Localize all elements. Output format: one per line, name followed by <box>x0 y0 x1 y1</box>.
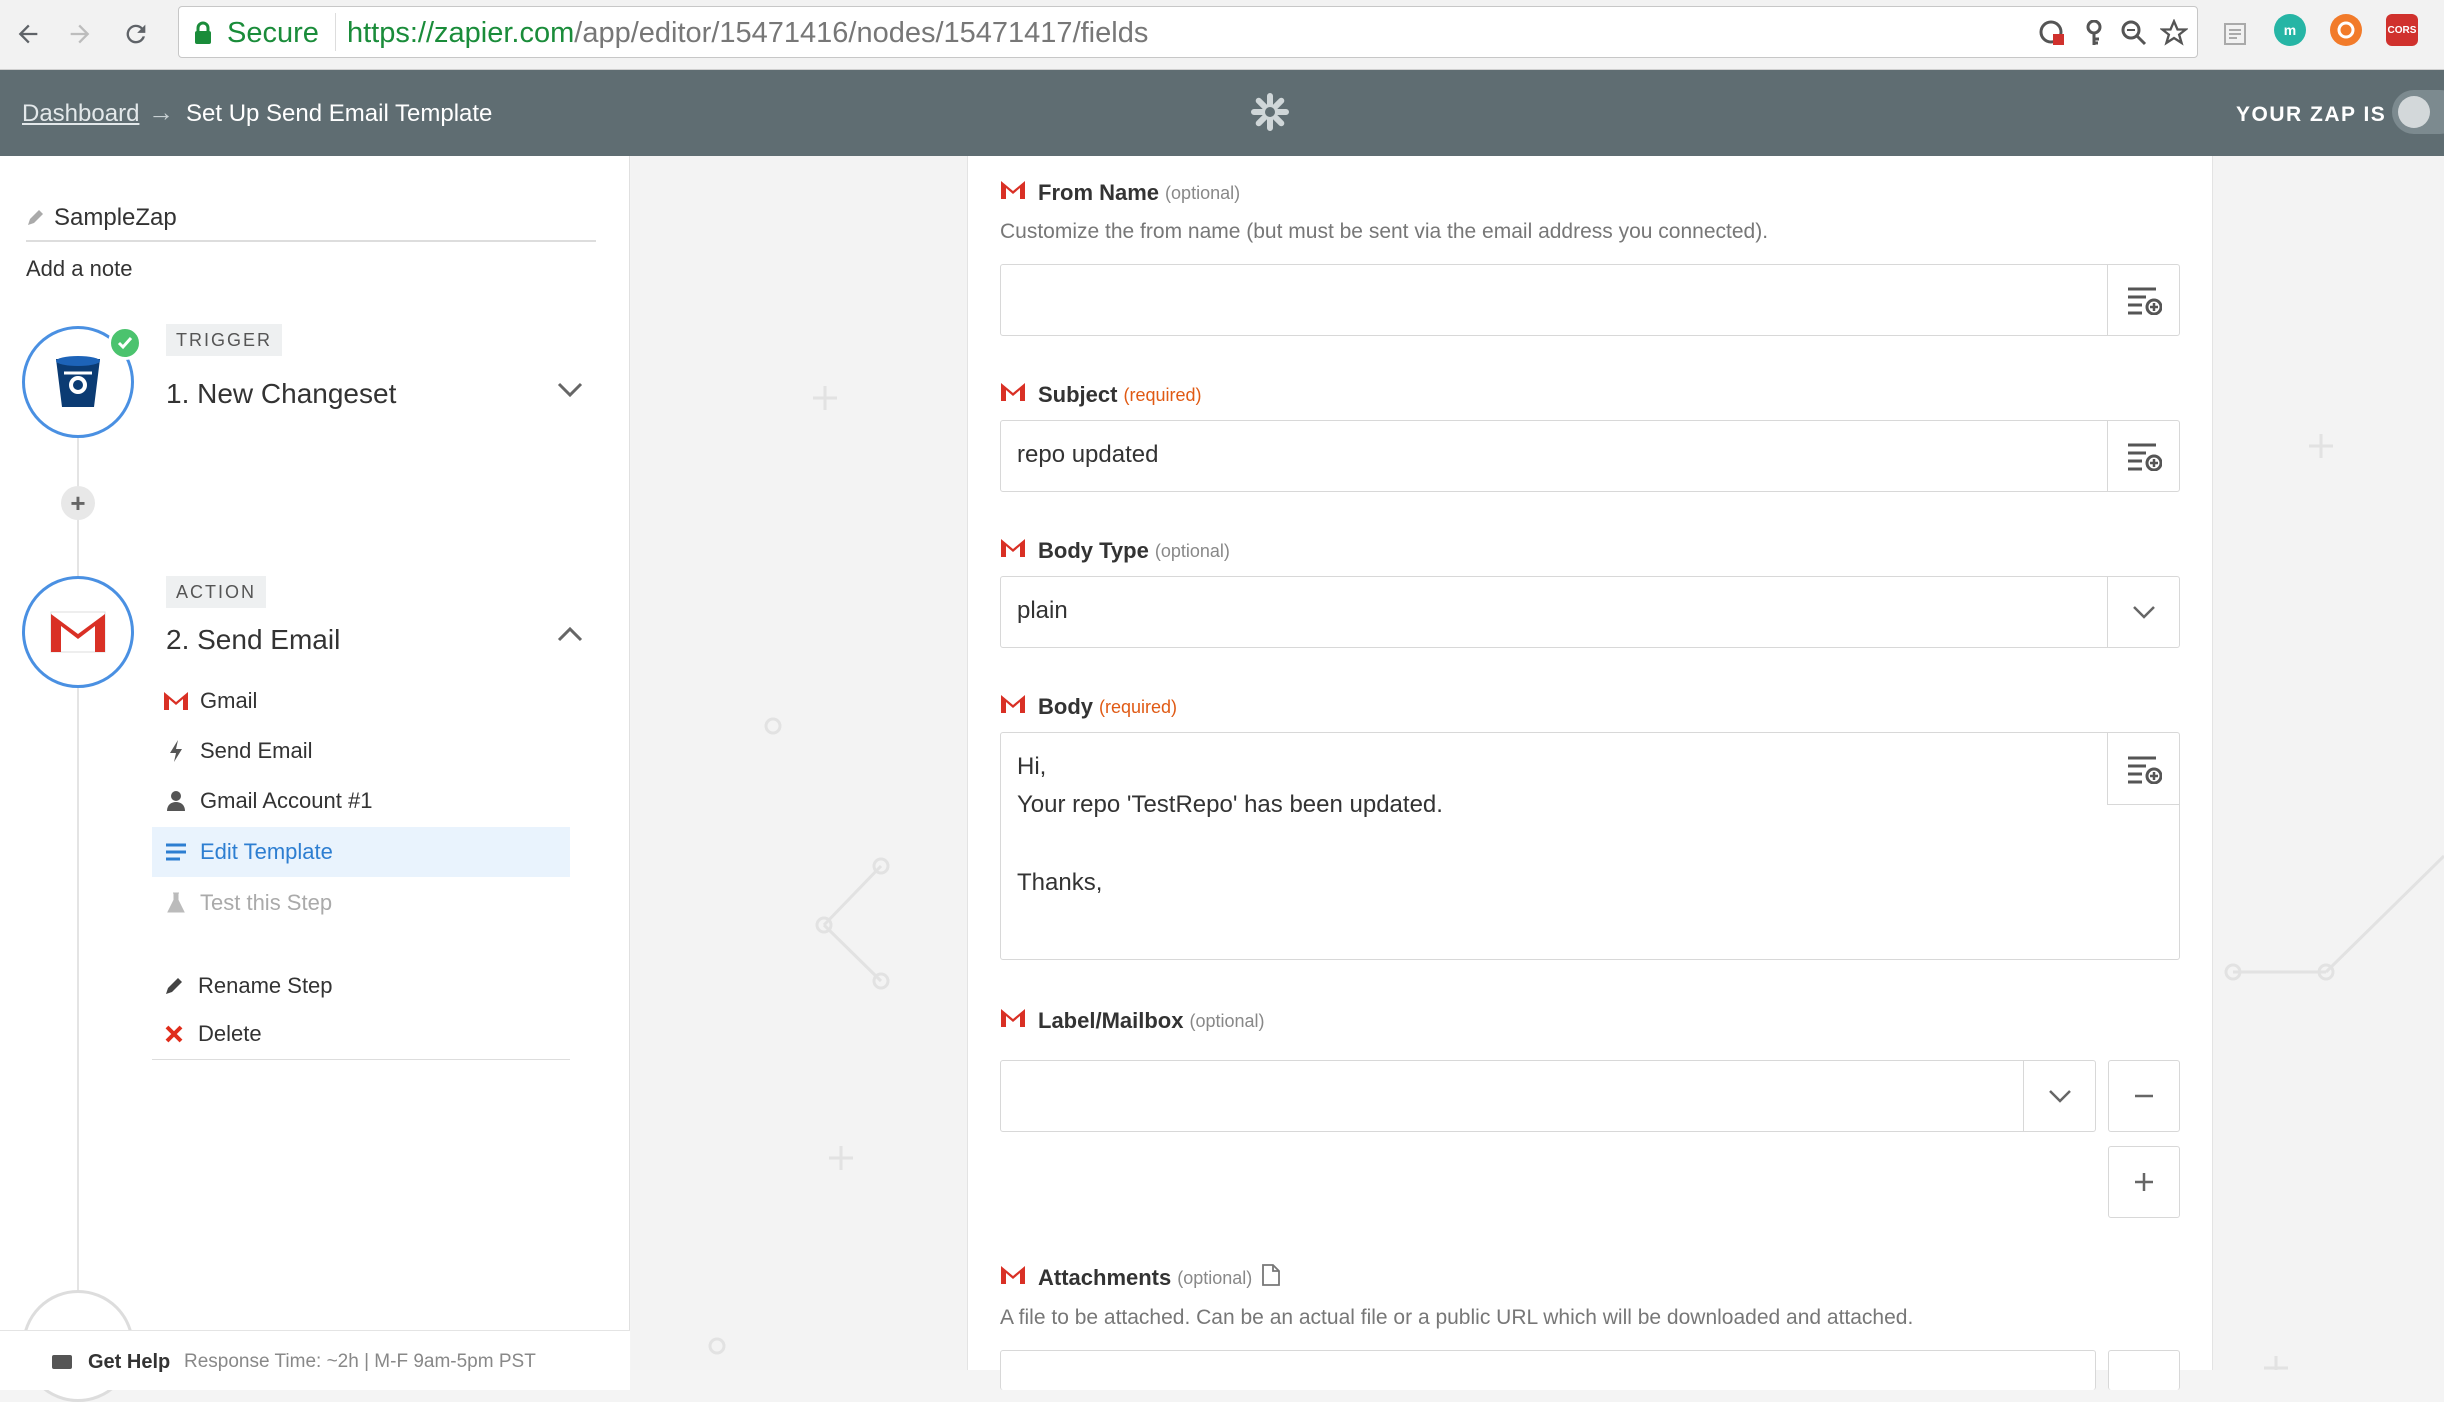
attachments-help: A file to be attached. Can be an actual … <box>1000 1306 1914 1329</box>
substep-send-email[interactable]: Send Email <box>152 726 570 776</box>
zapier-logo-icon[interactable] <box>1250 92 1290 132</box>
chat-icon <box>52 1355 72 1369</box>
gmail-icon <box>1000 1008 1026 1034</box>
trigger-badge: TRIGGER <box>166 324 283 356</box>
add-note-link[interactable]: Add a note <box>26 256 132 282</box>
step-complete-check-icon <box>108 326 142 360</box>
add-step-between-button[interactable]: + <box>61 486 95 520</box>
attachments-side-button[interactable] <box>2108 1350 2180 1390</box>
user-icon <box>152 790 200 812</box>
chevron-down-icon[interactable] <box>552 372 588 408</box>
pencil-icon <box>26 206 44 234</box>
rename-step-button[interactable]: Rename Step <box>150 961 568 1011</box>
subject-label: Subject (required) <box>1000 382 1202 408</box>
step-timeline <box>77 436 79 1296</box>
lightning-icon <box>152 739 200 763</box>
zap-on-off-toggle[interactable] <box>2392 90 2444 134</box>
gmail-icon <box>152 691 200 711</box>
reload-icon[interactable] <box>114 12 158 56</box>
insert-data-icon[interactable] <box>2107 421 2179 491</box>
flask-icon <box>152 892 200 914</box>
back-icon[interactable] <box>6 12 50 56</box>
template-form: From Name (optional) Customize the from n… <box>967 156 2213 1390</box>
list-lines-icon <box>152 842 200 862</box>
body-type-select[interactable]: plain <box>1000 576 2180 648</box>
browser-toolbar: Secure https://zapier.com/app/editor/154… <box>0 0 2444 70</box>
subject-input[interactable]: repo updated <box>1000 420 2180 492</box>
close-icon <box>150 1024 198 1044</box>
bookmark-star-icon[interactable] <box>2157 17 2191 49</box>
attachments-label: Attachments (optional) <box>1000 1264 1281 1292</box>
zap-name-input[interactable]: SampleZap <box>26 204 596 242</box>
from-name-input[interactable] <box>1000 264 2180 336</box>
delete-step-button[interactable]: Delete <box>150 1009 568 1059</box>
add-mailbox-button[interactable] <box>2108 1146 2180 1218</box>
attachments-input[interactable] <box>1000 1350 2096 1390</box>
gmail-icon <box>1000 694 1026 720</box>
address-bar[interactable]: Secure https://zapier.com/app/editor/154… <box>178 6 2198 58</box>
body-textarea[interactable]: Hi, Your repo 'TestRepo' has been update… <box>1000 732 2180 960</box>
gmail-icon <box>1000 382 1026 408</box>
url-text: https://zapier.com/app/editor/15471416/n… <box>347 17 1149 49</box>
bitbucket-icon <box>56 356 100 407</box>
gmail-icon <box>1000 180 1026 206</box>
body-label: Body (required) <box>1000 694 1177 720</box>
action-badge: ACTION <box>166 576 267 608</box>
remove-mailbox-button[interactable] <box>2108 1060 2180 1132</box>
zoom-icon[interactable] <box>2117 17 2151 49</box>
chevron-down-icon[interactable] <box>2107 577 2179 647</box>
extension-lifebuoy-icon[interactable] <box>2330 14 2362 46</box>
chevron-up-icon[interactable] <box>552 616 588 652</box>
substep-edit-template[interactable]: Edit Template <box>152 827 570 877</box>
zap-status-label: YOUR ZAP IS <box>2236 103 2387 126</box>
lock-icon <box>193 21 213 50</box>
sidebar: SampleZap Add a note TRIGGER 1. New Chan… <box>0 156 630 1402</box>
action-step-icon[interactable] <box>22 576 134 688</box>
get-help-label: Get Help <box>88 1351 171 1373</box>
reader-icon[interactable] <box>2218 18 2252 50</box>
from-name-label: From Name (optional) <box>1000 180 1240 206</box>
insert-data-icon[interactable] <box>2107 733 2179 805</box>
extension-cors-icon[interactable]: CORS <box>2386 14 2418 46</box>
breadcrumb-dashboard-link[interactable]: Dashboard <box>22 100 139 128</box>
trigger-step-title[interactable]: 1. New Changeset <box>166 378 396 410</box>
substep-account[interactable]: Gmail Account #1 <box>152 776 570 826</box>
breadcrumb-arrow: → <box>148 97 174 127</box>
body-type-label: Body Type (optional) <box>1000 538 1230 564</box>
action-step-title[interactable]: 2. Send Email <box>166 624 340 656</box>
secure-label: Secure <box>227 17 319 49</box>
label-mailbox-label: Label/Mailbox (optional) <box>1000 1008 1265 1034</box>
from-name-help: Customize the from name (but must be sen… <box>1000 220 1769 243</box>
insert-data-icon[interactable] <box>2107 265 2179 335</box>
app-header: Dashboard → Set Up Send Email Template Y… <box>0 70 2444 156</box>
substep-gmail[interactable]: Gmail <box>152 676 570 726</box>
key-icon[interactable] <box>2077 17 2111 49</box>
file-icon <box>1262 1264 1281 1292</box>
page-title: Set Up Send Email Template <box>186 100 493 127</box>
pencil-icon <box>150 976 198 996</box>
substep-test-step[interactable]: Test this Step <box>152 878 570 928</box>
gmail-icon <box>50 611 106 653</box>
forward-icon[interactable] <box>58 12 102 56</box>
chevron-down-icon[interactable] <box>2023 1061 2095 1131</box>
get-help-bar[interactable]: Get Help Response Time: ~2h | M-F 9am-5p… <box>0 1330 630 1390</box>
blocked-content-icon[interactable] <box>2035 17 2069 49</box>
extension-m-icon[interactable]: m <box>2274 14 2306 46</box>
gmail-icon <box>1000 1265 1026 1291</box>
label-mailbox-select[interactable] <box>1000 1060 2096 1132</box>
gmail-icon <box>1000 538 1026 564</box>
